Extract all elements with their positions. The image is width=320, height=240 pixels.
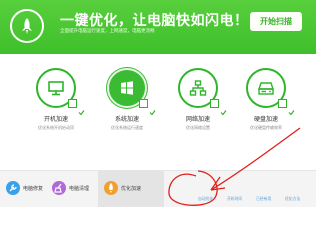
feature-description: 优化系统开机启动项 <box>38 125 74 130</box>
feature-description: 优化系统运行速度 <box>111 125 143 130</box>
feature-description: 优化网络设置 <box>186 125 210 130</box>
checkmark-icon[interactable] <box>210 99 227 116</box>
checkmark-icon[interactable] <box>139 99 156 116</box>
start-scan-button[interactable]: 开始扫描 <box>250 12 302 31</box>
status-link-auto-optimize[interactable]: 自动优化 <box>198 197 213 202</box>
feature-system-acceleration[interactable]: 系统加速 优化系统运行速度 <box>97 68 157 131</box>
feature-icon-ring <box>107 68 156 116</box>
rocket-logo-icon <box>10 9 44 43</box>
page-title: 一键优化，让电脑快如闪电！ <box>60 12 249 28</box>
feature-name: 开机加速 <box>43 117 68 123</box>
feature-icon-ring <box>246 68 295 116</box>
feature-disk-acceleration[interactable]: 硬盘加速 优化硬盘传输效率 <box>236 68 296 131</box>
tab-label: 电脑清理 <box>69 186 90 192</box>
broom-icon <box>52 181 66 195</box>
tab-label: 优化加速 <box>121 186 142 192</box>
windows-icon <box>121 81 133 95</box>
rocket-icon <box>104 181 118 195</box>
checkmark-icon[interactable] <box>278 99 295 116</box>
checkmark-icon[interactable] <box>68 99 85 116</box>
network-icon <box>189 80 207 96</box>
feature-description: 优化硬盘传输效率 <box>250 125 282 130</box>
feature-network-acceleration[interactable]: 网络加速 优化网络设置 <box>168 68 228 131</box>
feature-name: 硬盘加速 <box>253 117 278 123</box>
status-link-boot-time[interactable]: 开机时间 <box>227 197 242 202</box>
hard-drive-icon <box>258 82 274 95</box>
header-bar: 一键优化，让电脑快如闪电！ 全面提升电脑运行速度，上网速度，电脑更流畅 开始扫描 <box>0 0 316 54</box>
feature-icon-ring <box>178 68 227 116</box>
tab-label: 电脑修复 <box>23 186 44 192</box>
monitor-icon <box>48 81 64 96</box>
feature-icon-ring <box>36 68 85 116</box>
status-link-method[interactable]: 优化方法 <box>285 197 300 202</box>
footer-bar: 电脑修复 电脑清理 优化加速 自动优化 开机时间 已经有用 优化方法 <box>0 171 316 207</box>
wrench-icon <box>6 181 20 195</box>
feature-boot-acceleration[interactable]: 开机加速 优化系统开机启动项 <box>26 68 86 131</box>
feature-name: 网络加速 <box>185 117 210 123</box>
feature-name: 系统加速 <box>114 117 139 123</box>
status-link-used[interactable]: 已经有用 <box>256 197 271 202</box>
page-subtitle: 全面提升电脑运行速度，上网速度，电脑更流畅 <box>60 28 155 33</box>
